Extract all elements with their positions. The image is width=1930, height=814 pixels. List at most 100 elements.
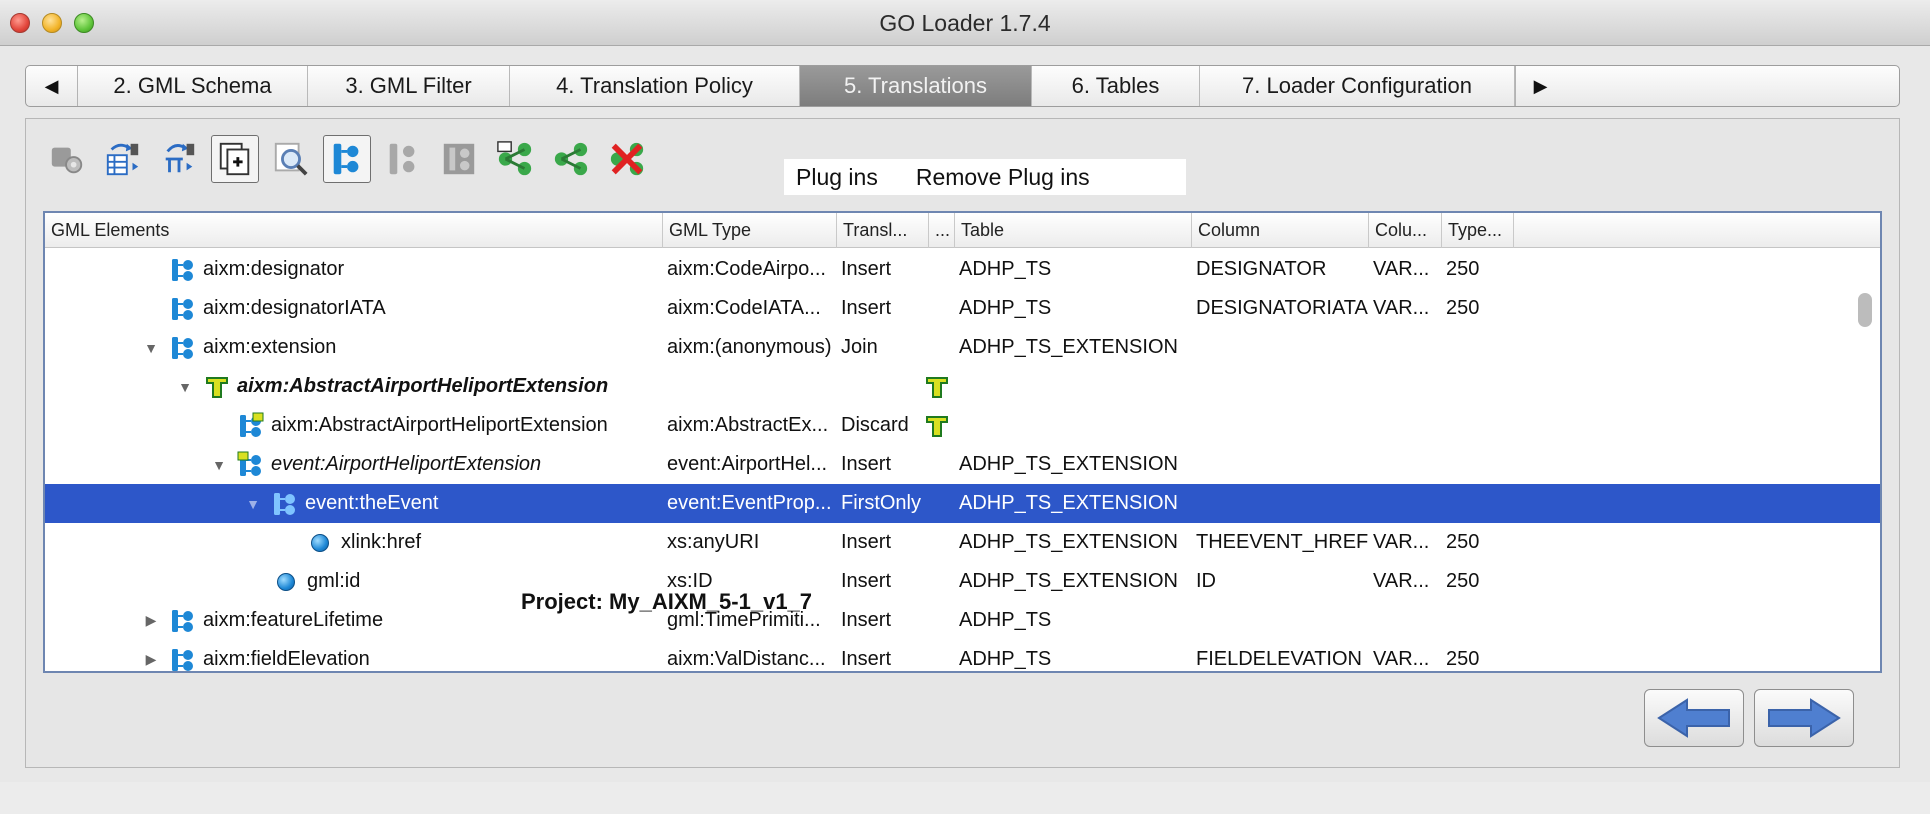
table-row[interactable]: ▶ aixm:fieldElevation aixm:ValDistanc...… [45, 640, 1880, 671]
plug-ins-link[interactable]: Plug ins [796, 164, 878, 191]
translation-cell: FirstOnly [841, 492, 921, 514]
table-row[interactable]: aixm:AbstractAirportHeliportExtension ai… [45, 406, 1880, 445]
table-cell: ADHP_TS [959, 609, 1052, 631]
translation-cell: Join [841, 336, 878, 358]
table-row-selected[interactable]: ▼ event:theEvent event:EventProp... Firs… [45, 484, 1880, 523]
map-to-tree-button[interactable] [155, 135, 203, 183]
table-row[interactable]: ▼ aixm:AbstractAirportHeliportExtension [45, 367, 1880, 406]
type-length-cell: 250 [1446, 258, 1480, 280]
translation-cell: Discard [841, 414, 909, 436]
remove-plug-ins-link[interactable]: Remove Plug ins [916, 164, 1090, 191]
plugin-add-icon [497, 141, 532, 176]
column-header-translation[interactable]: Transl... [837, 213, 929, 248]
column-header-gml-elements[interactable]: GML Elements [45, 213, 663, 248]
gml-type-cell: event:AirportHel... [667, 453, 828, 475]
tree-arrow-icon [165, 143, 195, 173]
arrow-left-icon [1657, 698, 1730, 738]
column-type-cell: VAR... [1373, 297, 1430, 319]
expanded-triangle-icon[interactable]: ▼ [209, 457, 229, 473]
refresh-translations-button[interactable] [43, 135, 91, 183]
table-cell: ADHP_TS_EXTENSION [959, 492, 1178, 514]
expand-collapse-icon [219, 142, 250, 176]
element-name: aixm:fieldElevation [203, 648, 370, 670]
table-row[interactable]: gml:id xs:ID Insert ADHP_TS_EXTENSION ID… [45, 562, 1880, 601]
complex-type-gray-button[interactable] [435, 135, 483, 183]
element-name: aixm:AbstractAirportHeliportExtension [237, 375, 609, 397]
table-row[interactable]: aixm:designatorIATA aixm:CodeIATA... Ins… [45, 289, 1880, 328]
column-header-type-length[interactable]: Type... [1442, 213, 1514, 248]
column-header-gml-type[interactable]: GML Type [663, 213, 837, 248]
abstract-type-icon [926, 415, 948, 437]
column-cell: DESIGNATOR [1196, 258, 1327, 280]
back-button[interactable] [1644, 689, 1744, 747]
column-header-table[interactable]: Table [955, 213, 1192, 248]
complex-type-disabled-icon [389, 143, 415, 175]
tab-gml-schema[interactable]: 2. GML Schema [78, 66, 308, 106]
element-name: gml:id [307, 570, 361, 592]
column-type-cell: VAR... [1373, 258, 1430, 280]
table-arrow-icon [106, 143, 139, 176]
plugin-button[interactable] [547, 135, 595, 183]
tab-gml-filter[interactable]: 3. GML Filter [308, 66, 510, 106]
complex-element-icon [172, 297, 193, 320]
app-window: GO Loader 1.7.4 ◀ 2. GML Schema 3. GML F… [0, 0, 1930, 814]
complex-element-icon [172, 609, 193, 632]
translation-cell: Insert [841, 531, 892, 553]
element-name: aixm:extension [203, 336, 337, 358]
table-row[interactable]: ▼ aixm:extension aixm:(anonymous) Join A… [45, 328, 1880, 367]
complex-element-icon [274, 492, 295, 515]
table-cell: ADHP_TS_EXTENSION [959, 336, 1178, 358]
collapsed-triangle-icon[interactable]: ▶ [141, 612, 161, 629]
collapsed-triangle-icon[interactable]: ▶ [141, 651, 161, 668]
abstract-type-icon [926, 376, 948, 398]
table-row[interactable]: ▼ event:AirportHeliportExtension event:A… [45, 445, 1880, 484]
element-name: aixm:designatorIATA [203, 297, 386, 319]
gml-type-cell: aixm:ValDistanc... [667, 648, 826, 670]
gml-type-cell: xs:anyURI [667, 531, 760, 553]
tab-scroll-left-button[interactable]: ◀ [26, 66, 78, 106]
tab-loader-configuration[interactable]: 7. Loader Configuration [1200, 66, 1515, 106]
table-row[interactable]: xlink:href xs:anyURI Insert ADHP_TS_EXTE… [45, 523, 1880, 562]
element-name: aixm:designator [203, 258, 345, 280]
complex-type-button[interactable] [323, 135, 371, 183]
plugin-remove-icon [610, 142, 644, 176]
tab-tables[interactable]: 6. Tables [1032, 66, 1200, 106]
complex-type-disabled-button[interactable] [379, 135, 427, 183]
gml-type-cell: aixm:(anonymous) [667, 336, 832, 358]
complex-element-icon [172, 648, 193, 671]
inspect-button[interactable] [267, 135, 315, 183]
add-plugin-button[interactable] [491, 135, 539, 183]
complex-element-icon [237, 451, 261, 476]
column-header-column[interactable]: Column [1192, 213, 1369, 248]
expanded-triangle-icon[interactable]: ▼ [243, 496, 263, 512]
table-header: GML Elements GML Type Transl... ... Tabl… [45, 213, 1880, 248]
tab-translations[interactable]: 5. Translations [800, 66, 1032, 106]
element-name: event:AirportHeliportExtension [271, 453, 542, 475]
status-strip [0, 782, 1930, 814]
column-cell: FIELDELEVATION [1196, 648, 1362, 670]
table-row[interactable]: aixm:designator aixm:CodeAirpo... Insert… [45, 250, 1880, 289]
plugins-menu: Plug ins Remove Plug ins [784, 159, 1186, 195]
tab-scroll-right-button[interactable]: ▶ [1515, 66, 1565, 106]
gml-type-cell: event:EventProp... [667, 492, 832, 514]
remove-plugin-button[interactable] [603, 135, 651, 183]
toolbar [43, 133, 659, 185]
expanded-triangle-icon[interactable]: ▼ [141, 340, 161, 356]
vertical-scrollbar-thumb[interactable] [1858, 293, 1872, 327]
plugin-share-icon [554, 142, 588, 176]
next-button[interactable] [1754, 689, 1854, 747]
map-to-table-button[interactable] [99, 135, 147, 183]
complex-type-gray-icon [443, 143, 475, 175]
column-header-column-type[interactable]: Colu... [1369, 213, 1442, 248]
attribute-icon [277, 572, 295, 591]
tab-translation-policy[interactable]: 4. Translation Policy [510, 66, 800, 106]
element-name: aixm:featureLifetime [203, 609, 384, 631]
column-cell: THEEVENT_HREF [1196, 531, 1369, 553]
column-header-extra[interactable]: ... [929, 213, 955, 248]
table-row[interactable]: ▶ aixm:featureLifetime gml:TimePrimiti..… [45, 601, 1880, 640]
triangle-right-icon: ▶ [1533, 75, 1548, 96]
type-length-cell: 250 [1446, 531, 1480, 553]
translation-cell: Insert [841, 570, 892, 592]
expanded-triangle-icon[interactable]: ▼ [175, 379, 195, 395]
expand-collapse-button[interactable] [211, 135, 259, 183]
